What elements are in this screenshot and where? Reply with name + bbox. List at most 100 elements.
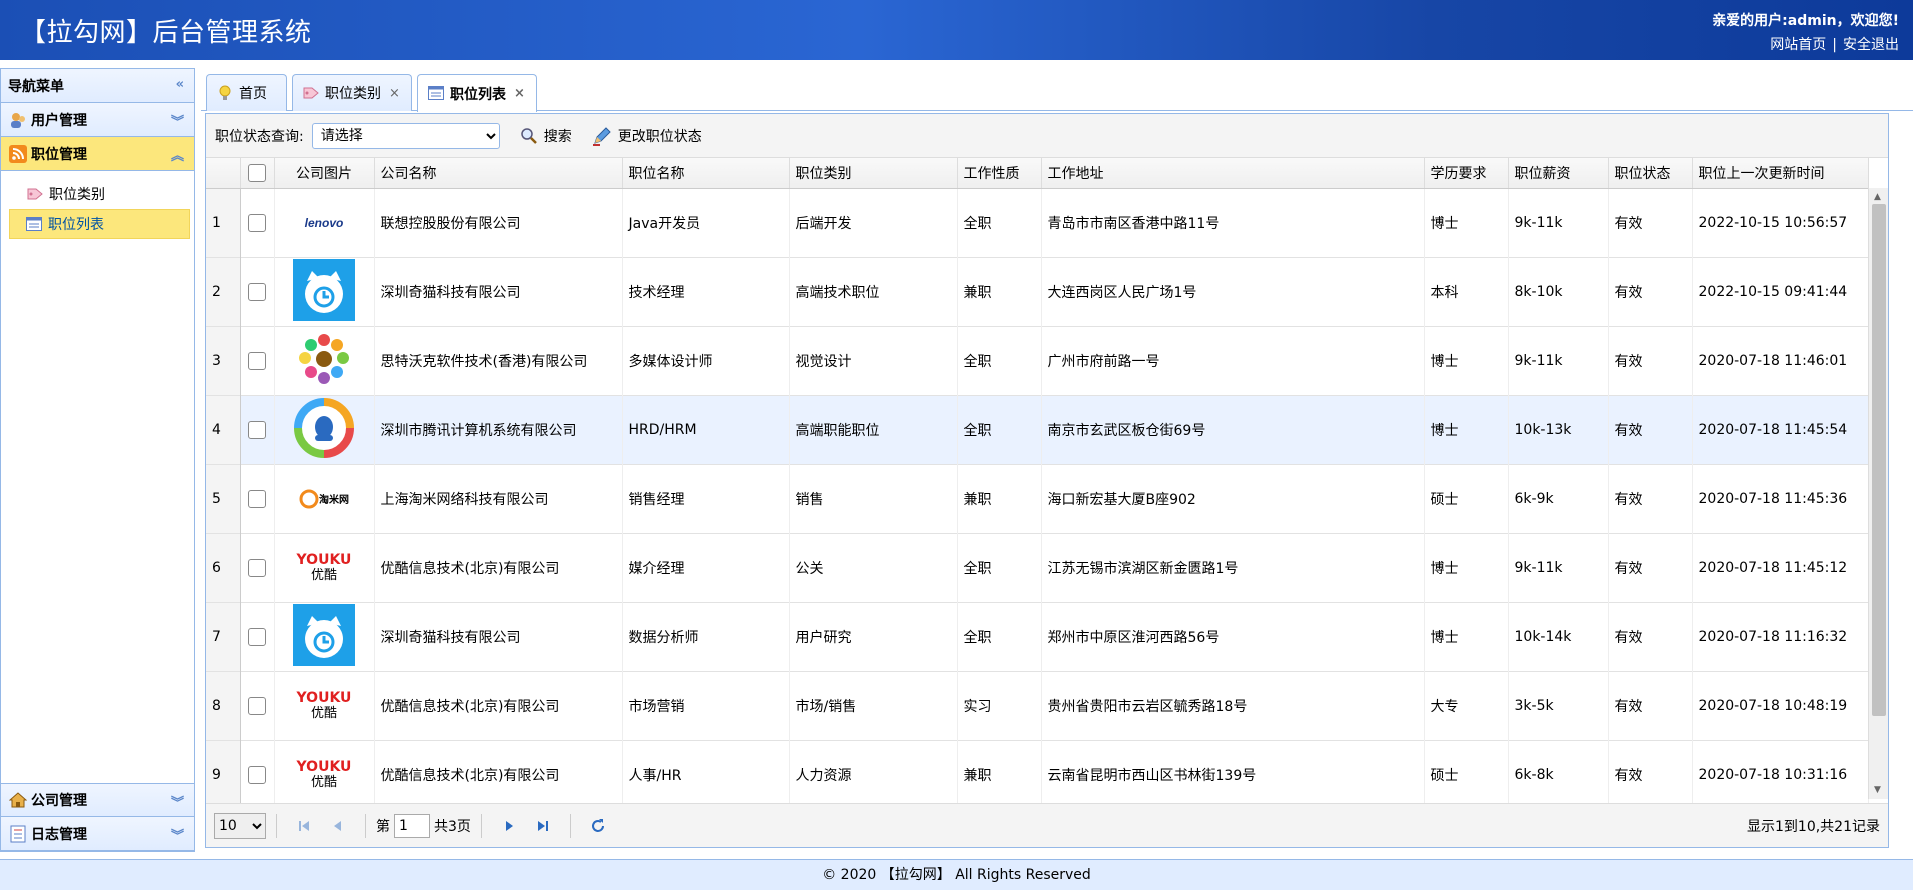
scroll-up-icon[interactable]: ▲	[1874, 192, 1881, 202]
taomi-logo: 淘米网	[293, 468, 355, 530]
table-row[interactable]: 2 深圳奇猫科技有限公司 技术经理 高端技术职位 兼职 大连西岗区人民广场1号 本科 8k-1…	[206, 257, 1869, 326]
collapse-sidebar-icon[interactable]: «	[176, 77, 184, 92]
table-row[interactable]: 6 YOUKU 优酷 优酷信息技术(北京)有限公司 媒介经理 公关 全职 江苏无锡市滨湖区新金…	[206, 533, 1869, 602]
scroll-down-icon[interactable]: ▼	[1874, 785, 1881, 795]
table-row[interactable]: 8 YOUKU 优酷 优酷信息技术(北京)有限公司 市场营销 市场/销售 实习 贵州省贵阳市云…	[206, 671, 1869, 740]
close-tab-icon[interactable]: ×	[389, 86, 400, 101]
row-checkbox[interactable]	[248, 351, 266, 370]
column-header[interactable]: 学历要求	[1424, 158, 1509, 189]
cell-category: 公关	[789, 533, 958, 602]
cell-nature: 全职	[957, 326, 1042, 395]
lenovo-logo: lenovo	[293, 192, 355, 254]
pagination-bar: 10 第 共3页 显示1到10,共21记录	[206, 803, 1888, 847]
column-header[interactable]: 职位状态	[1608, 158, 1693, 189]
last-page-icon[interactable]	[532, 815, 554, 837]
column-header[interactable]: 公司名称	[374, 158, 623, 189]
cell-edu: 硕士	[1424, 464, 1509, 533]
column-header[interactable]: 职位上一次更新时间	[1692, 158, 1869, 189]
row-checkbox[interactable]	[248, 765, 266, 784]
status-select[interactable]: 请选择	[311, 122, 500, 149]
sidebar-item-job-list[interactable]: 职位列表	[9, 209, 190, 239]
company-logo-cell: lenovo	[274, 188, 375, 257]
page-number-input[interactable]	[394, 813, 430, 838]
refresh-icon[interactable]	[587, 815, 609, 837]
next-page-icon[interactable]	[498, 815, 520, 837]
column-header[interactable]: 职位薪资	[1508, 158, 1609, 189]
search-button[interactable]: 搜索	[520, 126, 572, 146]
cell-address: 海口新宏基大厦B座902	[1041, 464, 1425, 533]
cell-time: 2020-07-18 11:45:36	[1692, 464, 1869, 533]
column-header[interactable]: 职位类别	[789, 158, 958, 189]
youku-logo-cn-text: 优酷	[310, 774, 337, 790]
cell-time: 2020-07-18 11:46:01	[1692, 326, 1869, 395]
cell-job: 多媒体设计师	[622, 326, 790, 395]
row-checkbox[interactable]	[248, 558, 266, 577]
tab-home[interactable]: 首页	[206, 74, 287, 111]
table-row[interactable]: 3 思特沃克软件技术(香港)有限公司 多媒体设计师 视觉设计 全职 广州市府前路一号 博士 9…	[206, 326, 1869, 395]
row-checkbox-cell	[240, 395, 275, 464]
prev-page-icon[interactable]	[327, 815, 349, 837]
logout-link[interactable]: 安全退出	[1843, 37, 1899, 53]
sidebar: 导航菜单 « 用户管理 ︾ 职位管理 ︽ 职位类别 职位列表 公司管理 ︾ 日志…	[0, 68, 195, 852]
close-tab-icon[interactable]: ×	[514, 86, 525, 101]
cell-salary: 8k-10k	[1508, 257, 1609, 326]
table-row[interactable]: 1 lenovo 联想控股股份有限公司 Java开发员 后端开发 全职 青岛市市南区香港中路…	[206, 188, 1869, 257]
cell-edu: 硕士	[1424, 740, 1509, 809]
cell-salary: 6k-8k	[1508, 740, 1609, 809]
tab-job-category[interactable]: 职位类别 ×	[292, 74, 412, 111]
company-logo-cell: 淘米网	[274, 464, 375, 533]
row-checkbox[interactable]	[248, 420, 266, 439]
sidebar-item-job-category[interactable]: 职位类别	[1, 179, 194, 209]
cell-job: 人事/HR	[622, 740, 790, 809]
tab-job-list[interactable]: 职位列表 ×	[417, 74, 537, 112]
cell-time: 2022-10-15 10:56:57	[1692, 188, 1869, 257]
sidebar-item-job-management[interactable]: 职位管理 ︽	[1, 137, 194, 171]
cell-salary: 6k-9k	[1508, 464, 1609, 533]
row-checkbox[interactable]	[248, 282, 266, 301]
table-row[interactable]: 4 深圳市腾讯计算机系统有限公司 HRD/HRM 高端职能职位 全职 南京市玄武区板仓街6…	[206, 395, 1869, 464]
column-header[interactable]: 工作地址	[1041, 158, 1425, 189]
home-link[interactable]: 网站首页	[1770, 37, 1826, 53]
column-header[interactable]: 公司图片	[274, 158, 375, 189]
vertical-scrollbar[interactable]: ▲ ▼	[1868, 188, 1888, 799]
header-links: 网站首页 | 安全退出	[1770, 34, 1899, 54]
divider	[569, 813, 571, 838]
cell-company: 深圳奇猫科技有限公司	[374, 602, 623, 671]
list-icon	[428, 85, 444, 102]
row-checkbox-cell	[240, 602, 275, 671]
sidebar-item-log-management[interactable]: 日志管理 ︾	[1, 817, 194, 851]
row-checkbox[interactable]	[248, 696, 266, 715]
row-checkbox[interactable]	[248, 489, 266, 508]
cell-salary: 9k-11k	[1508, 188, 1609, 257]
chevron-down-icon: ︾	[170, 829, 184, 844]
row-checkbox-cell	[240, 671, 275, 740]
job-list-panel: 职位状态查询: 请选择 搜索 更改职位状态 公司图片 公司名称 职位名称 职位类…	[205, 113, 1889, 848]
change-status-button[interactable]: 更改职位状态	[592, 126, 702, 146]
column-header[interactable]: 工作性质	[957, 158, 1042, 189]
link-separator: |	[1832, 37, 1837, 53]
sidebar-item-user-management[interactable]: 用户管理 ︾	[1, 103, 194, 137]
cell-status: 有效	[1608, 395, 1693, 464]
cell-edu: 博士	[1424, 395, 1509, 464]
sidebar-item-company-management[interactable]: 公司管理 ︾	[1, 783, 194, 817]
table-row[interactable]: 5 淘米网 上海淘米网络科技有限公司 销售经理 销售 兼职 海口新宏基大厦B座902 硕士 6k…	[206, 464, 1869, 533]
cell-status: 有效	[1608, 326, 1693, 395]
table-row[interactable]: 7 深圳奇猫科技有限公司 数据分析师 用户研究 全职 郑州市中原区淮河西路56号 博士 10k…	[206, 602, 1869, 671]
cell-status: 有效	[1608, 533, 1693, 602]
cell-nature: 兼职	[957, 257, 1042, 326]
lightbulb-icon	[217, 85, 233, 101]
cell-salary: 10k-13k	[1508, 395, 1609, 464]
page-size-select[interactable]: 10	[214, 812, 266, 839]
row-checkbox[interactable]	[248, 213, 266, 232]
scroll-thumb[interactable]	[1872, 204, 1886, 716]
company-logo-cell	[274, 257, 375, 326]
first-page-icon[interactable]	[293, 815, 315, 837]
cell-category: 高端技术职位	[789, 257, 958, 326]
sidebar-header: 导航菜单 «	[1, 69, 194, 103]
cell-status: 有效	[1608, 602, 1693, 671]
table-row[interactable]: 9 YOUKU 优酷 优酷信息技术(北京)有限公司 人事/HR 人力资源 兼职 云南省昆明市西…	[206, 740, 1869, 809]
column-header[interactable]: 职位名称	[622, 158, 790, 189]
select-all-checkbox[interactable]	[248, 163, 266, 182]
sidebar-item-label: 职位管理	[31, 146, 87, 163]
row-checkbox[interactable]	[248, 627, 266, 646]
